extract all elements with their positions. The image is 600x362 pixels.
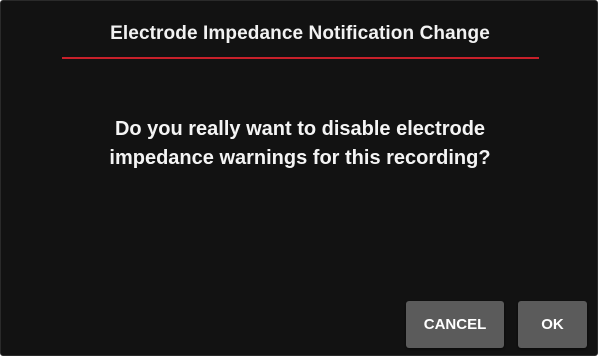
dialog-title: Electrode Impedance Notification Change xyxy=(110,23,490,44)
title-divider xyxy=(62,57,539,59)
confirmation-dialog: Electrode Impedance Notification Change … xyxy=(0,0,598,356)
ok-button[interactable]: OK xyxy=(518,301,587,348)
dialog-message-line-1: Do you really want to disable electrode xyxy=(114,118,486,140)
cancel-button[interactable]: CANCEL xyxy=(406,301,504,348)
dialog-message: Do you really want to disable electrode … xyxy=(61,115,539,173)
dialog-message-line-2: impedance warnings for this recording? xyxy=(109,147,491,169)
